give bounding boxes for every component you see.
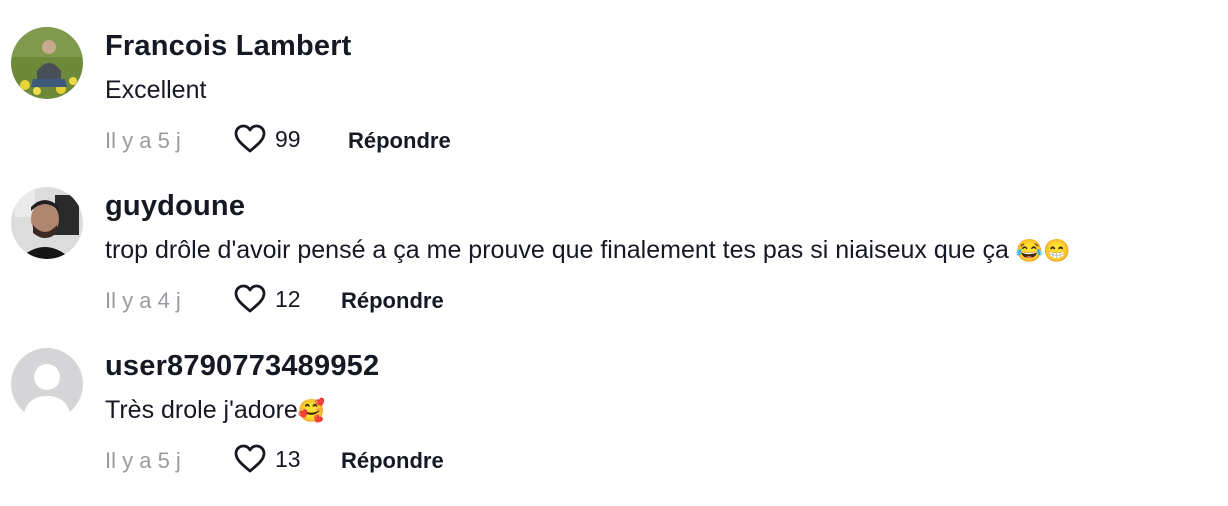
like-count: 13 (275, 445, 301, 472)
comment-item: guydoune trop drôle d'avoir pensé a ça m… (0, 160, 1228, 320)
comment-item: Francois Lambert Excellent Il y a 5 j 99… (0, 0, 1228, 160)
default-user-icon (11, 348, 83, 420)
comment-text-body: Excellent (105, 76, 207, 104)
heart-outline-icon (234, 124, 266, 153)
comment-timestamp: Il y a 5 j (105, 128, 181, 153)
comment-timestamp: Il y a 5 j (105, 448, 181, 473)
comment-text: Très drole j'adore🥰 (105, 396, 325, 425)
comment-username[interactable]: user8790773489952 (105, 350, 379, 383)
comment-text: Excellent (105, 76, 206, 105)
comment-timestamp: Il y a 4 j (105, 288, 181, 313)
emoji: 😂😁 (1015, 238, 1071, 263)
reply-button[interactable]: Répondre (341, 288, 444, 314)
comment-text: trop drôle d'avoir pensé a ça me prouve … (105, 236, 1071, 265)
avatar[interactable] (11, 348, 83, 420)
like-button[interactable]: 13 (233, 443, 301, 475)
heart-outline-icon (234, 444, 266, 473)
comment-text-body: Très drole j'adore (105, 396, 298, 424)
user-photo-avatar-icon (11, 27, 83, 99)
like-count: 99 (275, 125, 301, 152)
user-photo-avatar-icon (11, 187, 83, 259)
like-button[interactable]: 99 (233, 123, 301, 155)
reply-button[interactable]: Répondre (341, 448, 444, 474)
reply-button[interactable]: Répondre (348, 128, 451, 154)
avatar[interactable] (11, 27, 83, 99)
like-count: 12 (275, 285, 301, 312)
comment-item: user8790773489952 Très drole j'adore🥰 Il… (0, 320, 1228, 480)
comment-username[interactable]: guydoune (105, 190, 245, 223)
heart-outline-icon (234, 284, 266, 313)
comment-username[interactable]: Francois Lambert (105, 30, 352, 63)
avatar[interactable] (11, 187, 83, 259)
like-button[interactable]: 12 (233, 283, 301, 315)
emoji: 🥰 (297, 398, 326, 423)
comment-text-body: trop drôle d'avoir pensé a ça me prouve … (105, 236, 1009, 264)
